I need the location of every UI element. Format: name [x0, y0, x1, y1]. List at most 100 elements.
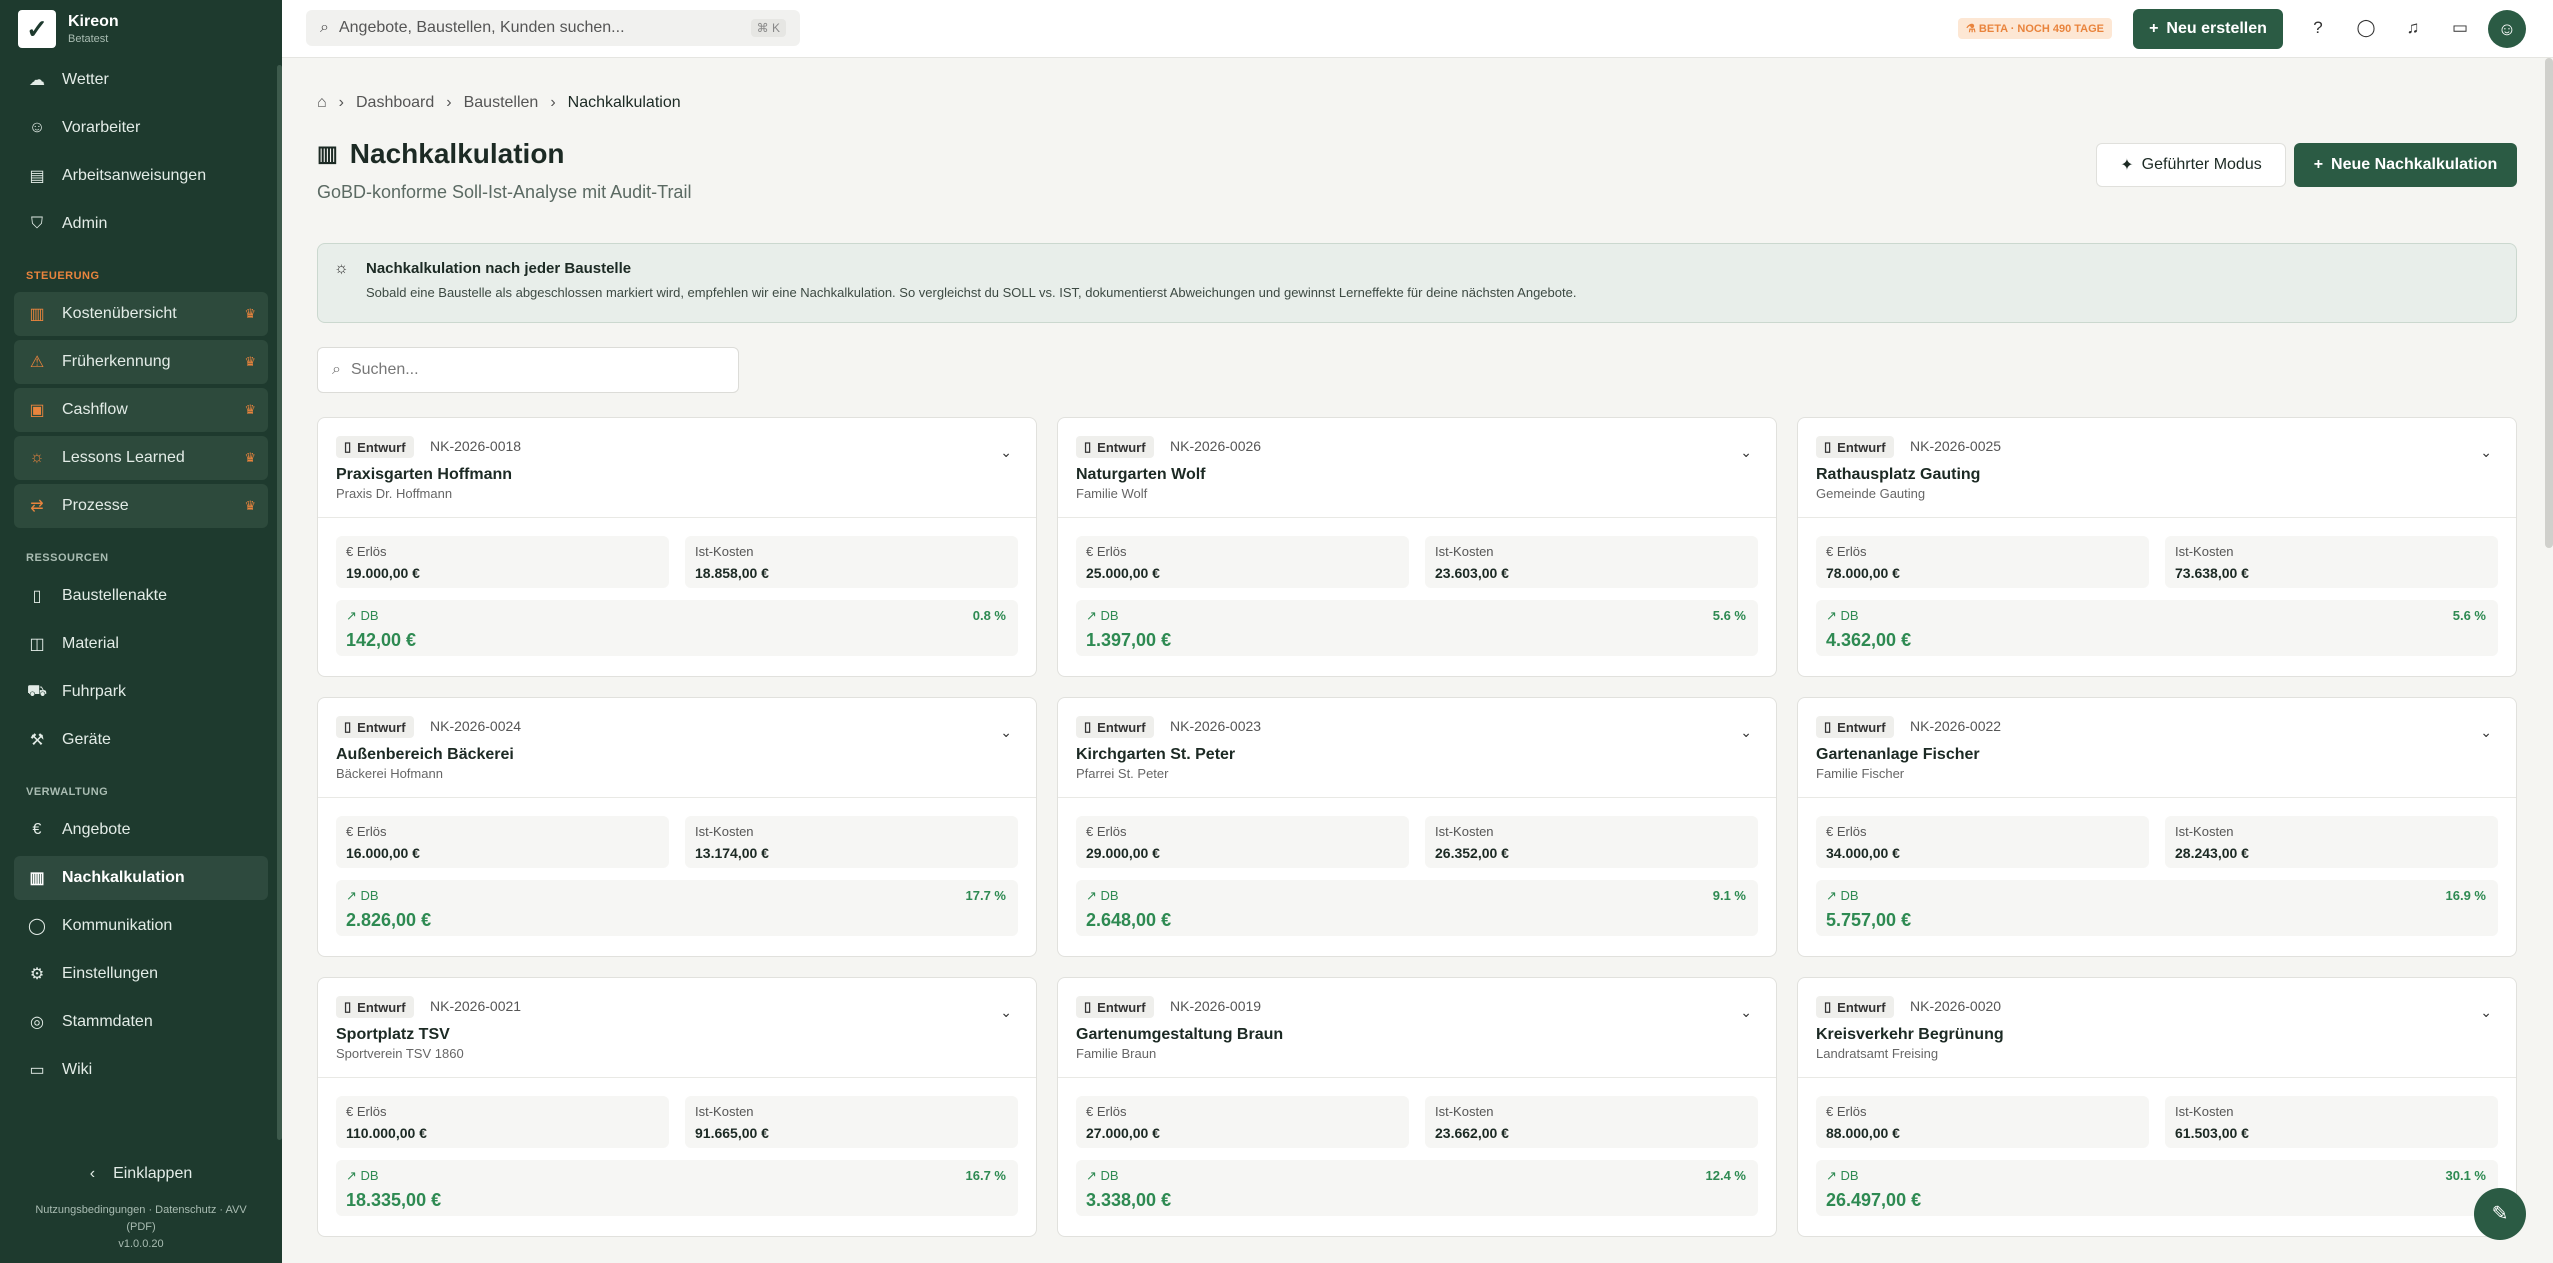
ist-kosten-label: Ist-Kosten: [695, 1104, 754, 1119]
chevron-down-icon[interactable]: ⌄: [2480, 444, 2492, 461]
status-badge: ▯ Entwurf: [1816, 996, 1894, 1018]
db-percent: 17.7 %: [965, 888, 1006, 903]
breadcrumb-dashboard[interactable]: Dashboard: [356, 94, 434, 112]
nachkalkulation-card[interactable]: ▯ Entwurf NK-2026-0018 Praxisgarten Hoffm…: [317, 417, 1037, 677]
chevron-left-icon: ‹: [89, 1165, 96, 1182]
new-create-button[interactable]: + Neu erstellen: [2133, 9, 2283, 49]
nachkalkulation-card[interactable]: ▯ Entwurf NK-2026-0026 Naturgarten Wolf F…: [1057, 417, 1777, 677]
sidebar-item-kommunikation[interactable]: ◯ Kommunikation: [14, 904, 268, 948]
avatar[interactable]: ☺: [2488, 10, 2526, 48]
chevron-down-icon[interactable]: ⌄: [1000, 444, 1012, 461]
sidebar-item-früherkennung[interactable]: ⚠ Früherkennung ♛: [14, 340, 268, 384]
card-title: Naturgarten Wolf: [1076, 466, 1206, 483]
sidebar-item-fuhrpark[interactable]: ⛟ Fuhrpark: [14, 670, 268, 714]
db-percent: 16.7 %: [965, 1168, 1006, 1183]
home-icon[interactable]: ⌂: [317, 94, 327, 112]
sidebar-item-wetter[interactable]: ☁ Wetter: [14, 58, 268, 102]
erloes-box: € Erlös 16.000,00 €: [336, 816, 669, 868]
chevron-down-icon[interactable]: ⌄: [1000, 1004, 1012, 1021]
card-title: Kreisverkehr Begrünung: [1816, 1026, 2004, 1043]
status-label: Entwurf: [1097, 719, 1146, 735]
sidebar-item-cashflow[interactable]: ▣ Cashflow ♛: [14, 388, 268, 432]
sidebar-item-nachkalkulation[interactable]: ▥ Nachkalkulation: [14, 856, 268, 900]
clipboard-icon: ▤: [29, 168, 45, 185]
status-label: Entwurf: [1837, 999, 1886, 1015]
sidebar-item-lessons-learned[interactable]: ☼ Lessons Learned ♛: [14, 436, 268, 480]
legal-links[interactable]: Nutzungsbedingungen · Datenschutz · AVV …: [0, 1202, 282, 1253]
db-label: DB: [1840, 888, 1859, 903]
sidebar-scrollbar[interactable]: [277, 65, 282, 1140]
chevron-right-icon: ›: [550, 94, 556, 111]
nachkalkulation-card[interactable]: ▯ Entwurf NK-2026-0025 Rathausplatz Gauti…: [1797, 417, 2517, 677]
sidebar-item-baustellenakte[interactable]: ▯ Baustellenakte: [14, 574, 268, 618]
message-icon[interactable]: ▭: [2449, 18, 2471, 40]
card-code: NK-2026-0020: [1910, 998, 2002, 1014]
sidebar-item-material[interactable]: ◫ Material: [14, 622, 268, 666]
document-icon: ▯: [1824, 439, 1832, 454]
quick-action-button[interactable]: ✎: [2474, 1188, 2526, 1240]
hint-text: Sobald eine Baustelle als abgeschlossen …: [366, 285, 1577, 300]
chevron-down-icon[interactable]: ⌄: [1740, 724, 1752, 741]
chevron-down-icon[interactable]: ⌄: [2480, 724, 2492, 741]
breadcrumb-baustellen[interactable]: Baustellen: [464, 94, 539, 112]
hint-banner: ☼ Nachkalkulation nach jeder Baustelle S…: [317, 243, 2517, 323]
card-code: NK-2026-0025: [1910, 438, 2002, 454]
global-search-input[interactable]: ⌕ Angebote, Baustellen, Kunden suchen...…: [306, 10, 800, 46]
nachkalkulation-card[interactable]: ▯ Entwurf NK-2026-0023 Kirchgarten St. Pe…: [1057, 697, 1777, 957]
sidebar-item-arbeitsanweisungen[interactable]: ▤ Arbeitsanweisungen: [14, 154, 268, 198]
sidebar-item-prozesse[interactable]: ⇄ Prozesse ♛: [14, 484, 268, 528]
nachkalkulation-card[interactable]: ▯ Entwurf NK-2026-0022 Gartenanlage Fisch…: [1797, 697, 2517, 957]
card-code: NK-2026-0019: [1170, 998, 1262, 1014]
nachkalkulation-card[interactable]: ▯ Entwurf NK-2026-0020 Kreisverkehr Begrü…: [1797, 977, 2517, 1237]
db-label: DB: [360, 608, 379, 623]
bell-icon[interactable]: ♫: [2402, 18, 2424, 40]
card-body: € Erlös 27.000,00 € Ist-Kosten 23.662,00 €…: [1058, 1078, 1776, 1234]
chevron-down-icon[interactable]: ⌄: [1000, 724, 1012, 741]
ist-kosten-label: Ist-Kosten: [695, 544, 754, 559]
nachkalkulation-card[interactable]: ▯ Entwurf NK-2026-0019 Gartenumgestaltung…: [1057, 977, 1777, 1237]
breadcrumb-current: Nachkalkulation: [567, 94, 681, 111]
crown-icon: ♛: [244, 498, 256, 513]
chart-icon: ▥: [29, 870, 45, 887]
document-icon: ▯: [1084, 439, 1092, 454]
ist-kosten-label: Ist-Kosten: [1435, 1104, 1494, 1119]
db-value: 1.397,00 €: [1086, 630, 1172, 650]
sidebar-item-vorarbeiter[interactable]: ☺ Vorarbeiter: [14, 106, 268, 150]
nachkalkulation-card[interactable]: ▯ Entwurf NK-2026-0021 Sportplatz TSV Spo…: [317, 977, 1037, 1237]
guided-mode-button[interactable]: ✦ Geführter Modus: [2096, 143, 2286, 187]
sidebar-item-wiki[interactable]: ▭ Wiki: [14, 1048, 268, 1092]
chat-icon[interactable]: ◯: [2355, 18, 2377, 40]
card-body: € Erlös 16.000,00 € Ist-Kosten 13.174,00 €…: [318, 798, 1036, 954]
sidebar-item-admin[interactable]: ⛉ Admin: [14, 202, 268, 246]
sidebar-item-stammdaten[interactable]: ◎ Stammdaten: [14, 1000, 268, 1044]
legal-text[interactable]: Nutzungsbedingungen · Datenschutz · AVV …: [0, 1202, 282, 1236]
list-search-input[interactable]: ⌕ Suchen...: [317, 347, 739, 393]
db-percent: 16.9 %: [2445, 888, 2486, 903]
ist-kosten-label: Ist-Kosten: [2175, 1104, 2234, 1119]
sidebar-item-geräte[interactable]: ⚒ Geräte: [14, 718, 268, 762]
trend-up-icon: ↗: [1826, 608, 1841, 623]
db-value: 2.826,00 €: [346, 910, 432, 930]
nachkalkulation-card[interactable]: ▯ Entwurf NK-2026-0024 Außenbereich Bäcke…: [317, 697, 1037, 957]
card-code: NK-2026-0022: [1910, 718, 2002, 734]
sidebar-item-kostenübersicht[interactable]: ▥ Kostenübersicht ♛: [14, 292, 268, 336]
bulb-icon: ☼: [334, 260, 349, 277]
help-icon[interactable]: ?: [2307, 18, 2329, 40]
collapse-button[interactable]: ‹ Einklappen: [0, 1165, 282, 1183]
chevron-down-icon[interactable]: ⌄: [2480, 1004, 2492, 1021]
sidebar-item-einstellungen[interactable]: ⚙ Einstellungen: [14, 952, 268, 996]
chevron-down-icon[interactable]: ⌄: [1740, 444, 1752, 461]
chevron-down-icon[interactable]: ⌄: [1740, 1004, 1752, 1021]
card-title: Rathausplatz Gauting: [1816, 466, 1981, 483]
trend-up-icon: ↗: [1826, 1168, 1841, 1183]
status-badge: ▯ Entwurf: [336, 436, 414, 458]
brand[interactable]: ✓ Kireon Betatest: [0, 0, 282, 58]
main-scrollbar[interactable]: [2545, 58, 2553, 548]
new-nachkalkulation-button[interactable]: + Neue Nachkalkulation: [2294, 143, 2517, 187]
sidebar-item-label: Admin: [62, 215, 108, 232]
chat-icon: ◯: [28, 918, 46, 935]
sidebar-item-label: Cashflow: [62, 401, 128, 418]
euro-icon: €: [346, 1104, 357, 1119]
db-box: ↗ DB 2.648,00 € 9.1 %: [1076, 880, 1758, 936]
sidebar-item-angebote[interactable]: € Angebote: [14, 808, 268, 852]
